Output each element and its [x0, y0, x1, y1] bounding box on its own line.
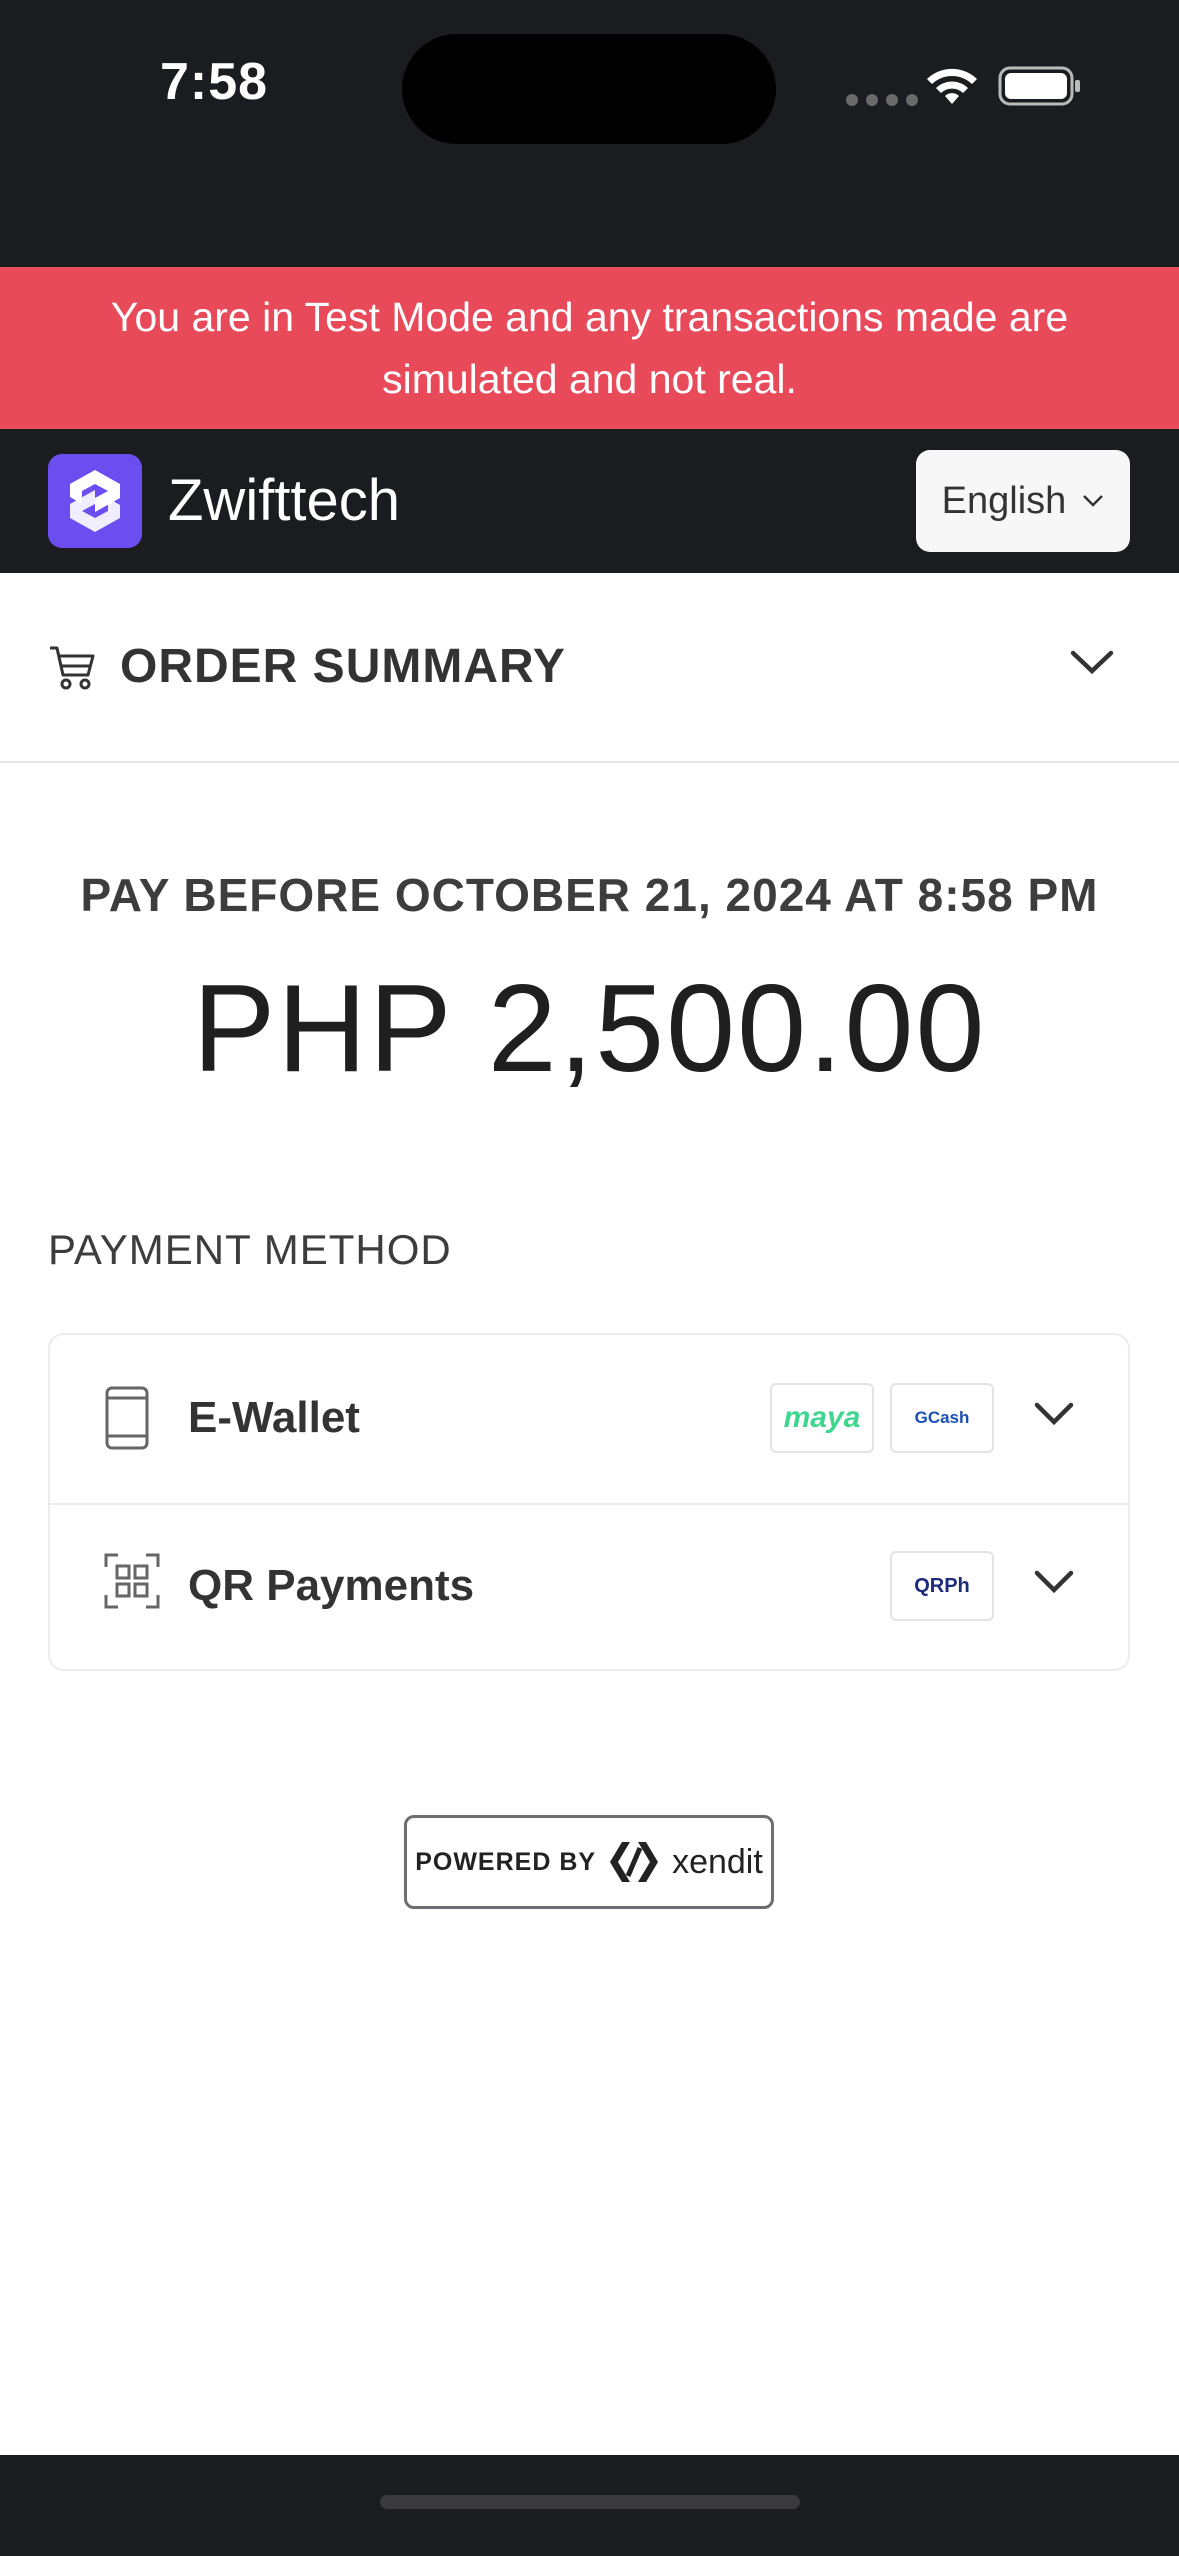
qr-scan-icon — [104, 1553, 160, 1609]
powered-by-badge[interactable]: POWERED BY xendit — [404, 1815, 774, 1909]
gcash-logo: GCash — [890, 1383, 994, 1453]
payment-amount: PHP 2,500.00 — [192, 960, 987, 1098]
home-indicator[interactable] — [380, 2495, 800, 2509]
order-summary-title: ORDER SUMMARY — [120, 640, 566, 693]
chevron-down-icon — [1070, 650, 1114, 675]
merchant-name: Zwifttech — [168, 468, 401, 533]
payment-method-label: E-Wallet — [188, 1393, 360, 1442]
order-summary-toggle[interactable]: ORDER SUMMARY — [0, 573, 1179, 763]
battery-icon — [998, 66, 1080, 106]
phone-icon — [105, 1386, 149, 1450]
xendit-logo-icon — [610, 1842, 659, 1882]
payment-deadline: PAY BEFORE OCTOBER 21, 2024 AT 8:58 PM — [80, 869, 1099, 921]
payment-method-qr[interactable]: QR Payments QRPh — [50, 1503, 1128, 1671]
chevron-down-icon — [1034, 1570, 1074, 1594]
test-mode-text: You are in Test Mode and any transaction… — [110, 294, 1069, 402]
language-selected: English — [941, 479, 1067, 522]
powered-by-label: POWERED BY — [415, 1847, 597, 1876]
qrph-logo: QRPh — [890, 1551, 994, 1621]
language-select[interactable]: English — [916, 450, 1130, 552]
wifi-icon — [927, 68, 977, 104]
payment-method-list: E-Wallet maya GCash QR Payments QRPh — [48, 1333, 1130, 1671]
payment-method-label: QR Payments — [188, 1561, 475, 1610]
merchant-header: Zwifttech English — [0, 429, 1179, 573]
chevron-down-icon — [1083, 495, 1104, 507]
dynamic-island — [402, 34, 776, 144]
test-mode-banner: You are in Test Mode and any transaction… — [0, 267, 1179, 429]
payment-method-ewallet[interactable]: E-Wallet maya GCash — [50, 1335, 1128, 1505]
payment-method-heading: PAYMENT METHOD — [48, 1226, 452, 1273]
chevron-down-icon — [1034, 1402, 1074, 1426]
xendit-wordmark: xendit — [672, 1842, 763, 1881]
maya-logo: maya — [770, 1383, 874, 1453]
status-bar: 7:58 — [0, 0, 1179, 267]
status-time: 7:58 — [160, 53, 269, 111]
merchant-logo — [48, 454, 142, 548]
bottom-bar — [0, 2455, 1179, 2556]
cart-icon — [50, 646, 95, 690]
cellular-signal-icon — [846, 94, 918, 106]
